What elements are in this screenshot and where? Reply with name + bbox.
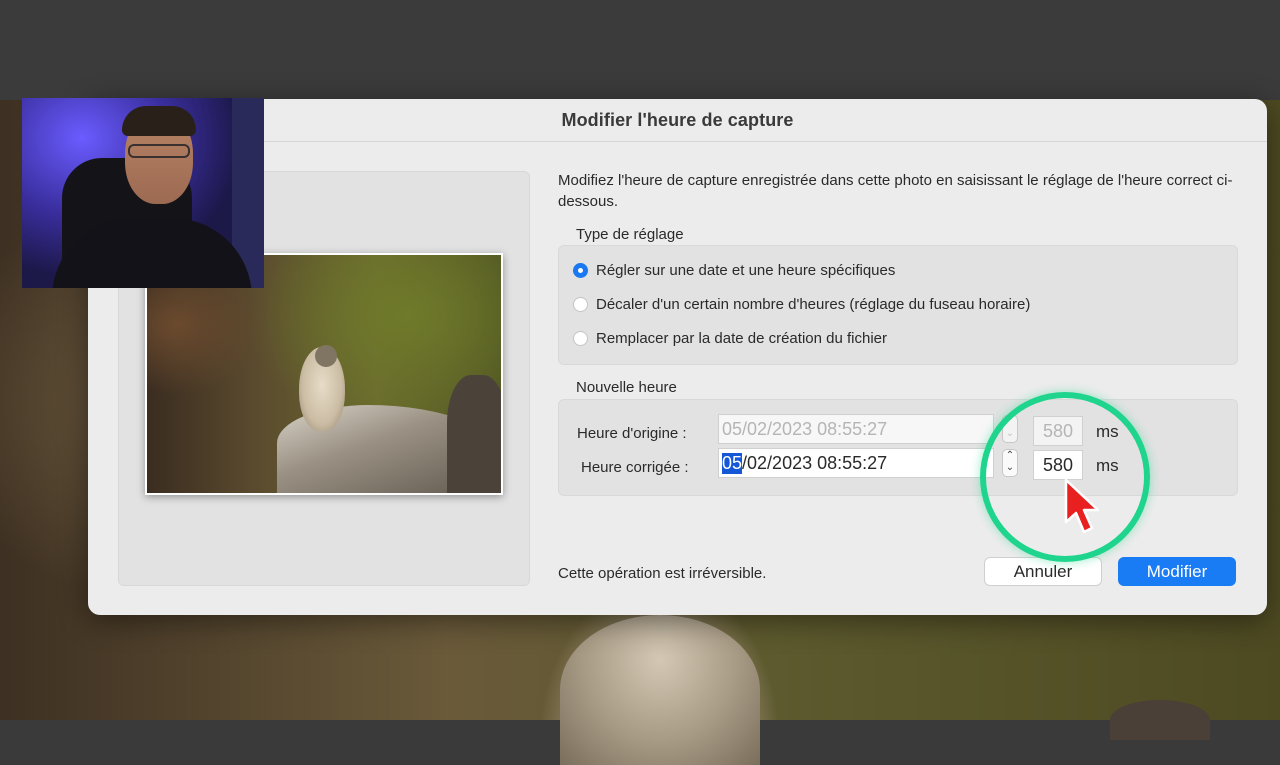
webcam-glasses-icon	[128, 144, 190, 158]
new-time-label: Nouvelle heure	[576, 379, 677, 396]
thumbnail-stump	[447, 375, 501, 493]
thumbnail-bird-head	[315, 345, 337, 367]
webcam-person-hair	[122, 106, 196, 136]
radio-specific-date[interactable]: Régler sur une date et une heure spécifi…	[573, 262, 895, 279]
highlight-circle	[980, 392, 1150, 562]
dialog-title: Modifier l'heure de capture	[88, 99, 1267, 142]
radio-label: Remplacer par la date de création du fic…	[596, 330, 887, 347]
dialog-description: Modifiez l'heure de capture enregistrée …	[558, 172, 1233, 210]
corrected-time-label: Heure corrigée :	[581, 459, 689, 476]
date-rest: /02/2023 08:55:27	[742, 452, 888, 473]
radio-shift-hours[interactable]: Décaler d'un certain nombre d'heures (ré…	[573, 296, 1030, 313]
selected-day-segment[interactable]: 05	[722, 452, 743, 474]
radio-unchecked-icon[interactable]	[573, 297, 588, 312]
original-time-label: Heure d'origine :	[577, 425, 687, 442]
background-bird	[560, 615, 760, 765]
modify-button[interactable]: Modifier	[1118, 557, 1236, 586]
irreversible-note: Cette opération est irréversible.	[558, 565, 767, 582]
corrected-time-field[interactable]: 05/02/2023 08:55:27	[718, 448, 994, 478]
radio-label: Décaler d'un certain nombre d'heures (ré…	[596, 296, 1031, 313]
adjust-type-label: Type de réglage	[576, 226, 684, 243]
cancel-button[interactable]: Annuler	[984, 557, 1102, 586]
radio-checked-icon[interactable]	[573, 263, 588, 278]
radio-file-creation-date[interactable]: Remplacer par la date de création du fic…	[573, 330, 887, 347]
background-stump	[1110, 700, 1210, 740]
mouse-pointer-icon	[1064, 478, 1100, 534]
top-bar	[0, 0, 1280, 100]
webcam-overlay	[22, 98, 264, 288]
radio-unchecked-icon[interactable]	[573, 331, 588, 346]
original-time-field: 05/02/2023 08:55:27	[718, 414, 994, 444]
radio-label: Régler sur une date et une heure spécifi…	[596, 262, 896, 279]
photo-thumbnail	[145, 253, 503, 495]
adjust-type-group: Régler sur une date et une heure spécifi…	[558, 245, 1238, 365]
